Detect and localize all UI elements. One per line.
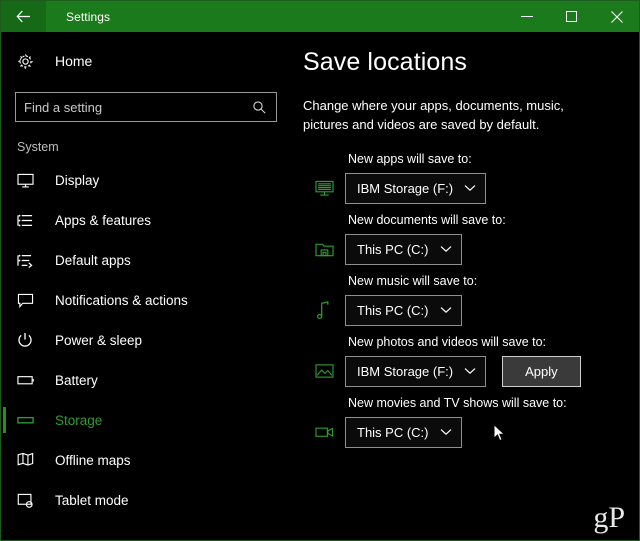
monitor-icon — [17, 173, 47, 188]
sidebar-home-label: Home — [55, 53, 93, 69]
photos-save-location-dropdown[interactable]: IBM Storage (F:) — [345, 355, 487, 387]
row-label: New photos and videos will save to: — [348, 334, 547, 349]
row-label: New music will save to: — [348, 273, 478, 288]
list-icon — [17, 213, 47, 228]
video-camera-icon — [303, 425, 345, 439]
photo-icon — [303, 363, 345, 379]
search-input[interactable] — [16, 99, 252, 115]
map-icon — [17, 452, 47, 468]
minimize-icon — [520, 15, 533, 18]
save-location-row: New movies and TV shows will save to: Th… — [303, 396, 639, 448]
battery-icon — [17, 374, 47, 386]
music-save-location-dropdown[interactable]: This PC (C:) — [345, 294, 462, 326]
dropdown-value: This PC (C:) — [357, 241, 429, 257]
sidebar-item-label: Apps & features — [55, 212, 152, 228]
row-controls: This PC (C:) — [303, 294, 639, 326]
chevron-down-icon — [464, 184, 476, 192]
sidebar-item-tablet-mode[interactable]: Tablet mode — [1, 480, 293, 520]
minimize-button[interactable] — [504, 1, 549, 32]
save-location-row: New apps will save to: IBM Storage (F:) — [303, 152, 639, 204]
dropdown-value: This PC (C:) — [357, 424, 429, 440]
page-description: Change where your apps, documents, music… — [303, 97, 564, 132]
sidebar-item-battery[interactable]: Battery — [1, 360, 293, 400]
row-controls: IBM Storage (F:) — [303, 172, 639, 204]
window-title: Settings — [66, 9, 111, 24]
storage-icon — [17, 414, 47, 426]
apps-save-location-dropdown[interactable]: IBM Storage (F:) — [345, 172, 487, 204]
close-icon — [610, 10, 623, 23]
sidebar-item-notifications-actions[interactable]: Notifications & actions — [1, 280, 293, 320]
dropdown-value: This PC (C:) — [357, 302, 429, 318]
sidebar: Home System — [1, 32, 293, 540]
sidebar-item-label: Display — [55, 172, 100, 188]
chevron-down-icon — [440, 428, 452, 436]
search-box[interactable] — [15, 92, 277, 122]
window-controls — [504, 1, 639, 32]
sidebar-item-label: Default apps — [55, 252, 131, 268]
search-icon[interactable] — [252, 100, 276, 115]
row-label: New apps will save to: — [348, 151, 472, 166]
sidebar-item-display[interactable]: Display — [1, 160, 293, 200]
chevron-down-icon — [464, 367, 476, 375]
documents-save-location-dropdown[interactable]: This PC (C:) — [345, 233, 462, 265]
apply-button[interactable]: Apply — [502, 355, 581, 387]
sidebar-item-label: Power & sleep — [55, 332, 143, 348]
save-location-row: New photos and videos will save to: IBM … — [303, 335, 639, 387]
music-note-icon — [303, 301, 345, 320]
speech-bubble-icon — [17, 293, 47, 308]
documents-folder-icon — [303, 241, 345, 258]
row-controls: This PC (C:) — [303, 416, 639, 448]
chevron-down-icon — [440, 306, 452, 314]
sidebar-item-storage[interactable]: Storage — [1, 400, 293, 440]
sidebar-item-default-apps[interactable]: Default apps — [1, 240, 293, 280]
back-button[interactable] — [1, 1, 46, 32]
sidebar-section-label: System — [17, 140, 59, 154]
dropdown-value: IBM Storage (F:) — [357, 180, 454, 196]
row-label: New movies and TV shows will save to: — [348, 395, 567, 410]
movies-save-location-dropdown[interactable]: This PC (C:) — [345, 416, 462, 448]
dropdown-value: IBM Storage (F:) — [357, 363, 454, 379]
window-body: Home System — [1, 32, 639, 540]
sidebar-item-label: Tablet mode — [55, 492, 129, 508]
tablet-icon — [17, 493, 47, 508]
save-location-row: New documents will save to: This PC (C:) — [303, 213, 639, 265]
sidebar-item-label: Offline maps — [55, 452, 131, 468]
watermark: gP — [593, 501, 625, 534]
row-controls: IBM Storage (F:) Apply — [303, 355, 639, 387]
chevron-down-icon — [440, 245, 452, 253]
maximize-icon — [566, 11, 577, 22]
title-bar: Settings — [1, 1, 639, 32]
search-container — [1, 78, 293, 122]
back-arrow-icon — [16, 10, 31, 23]
maximize-button[interactable] — [549, 1, 594, 32]
apps-monitor-icon — [303, 180, 345, 197]
page-title: Save locations — [303, 48, 467, 76]
gear-icon — [17, 53, 51, 70]
save-location-row: New music will save to: This PC (C:) — [303, 274, 639, 326]
sidebar-item-home[interactable]: Home — [1, 44, 293, 78]
close-button[interactable] — [594, 1, 639, 32]
row-controls: This PC (C:) — [303, 233, 639, 265]
sidebar-item-power-sleep[interactable]: Power & sleep — [1, 320, 293, 360]
sidebar-item-offline-maps[interactable]: Offline maps — [1, 440, 293, 480]
sidebar-item-label: Storage — [55, 412, 103, 428]
content-pane: Save locations Change where your apps, d… — [293, 32, 639, 540]
power-icon — [17, 332, 47, 348]
sidebar-item-label: Battery — [55, 372, 98, 388]
row-label: New documents will save to: — [348, 212, 506, 227]
sidebar-item-apps-features[interactable]: Apps & features — [1, 200, 293, 240]
sidebar-item-label: Notifications & actions — [55, 292, 188, 308]
settings-window: Settings Home Find a setting System Disp… — [0, 0, 640, 541]
list-arrow-icon — [17, 253, 47, 268]
